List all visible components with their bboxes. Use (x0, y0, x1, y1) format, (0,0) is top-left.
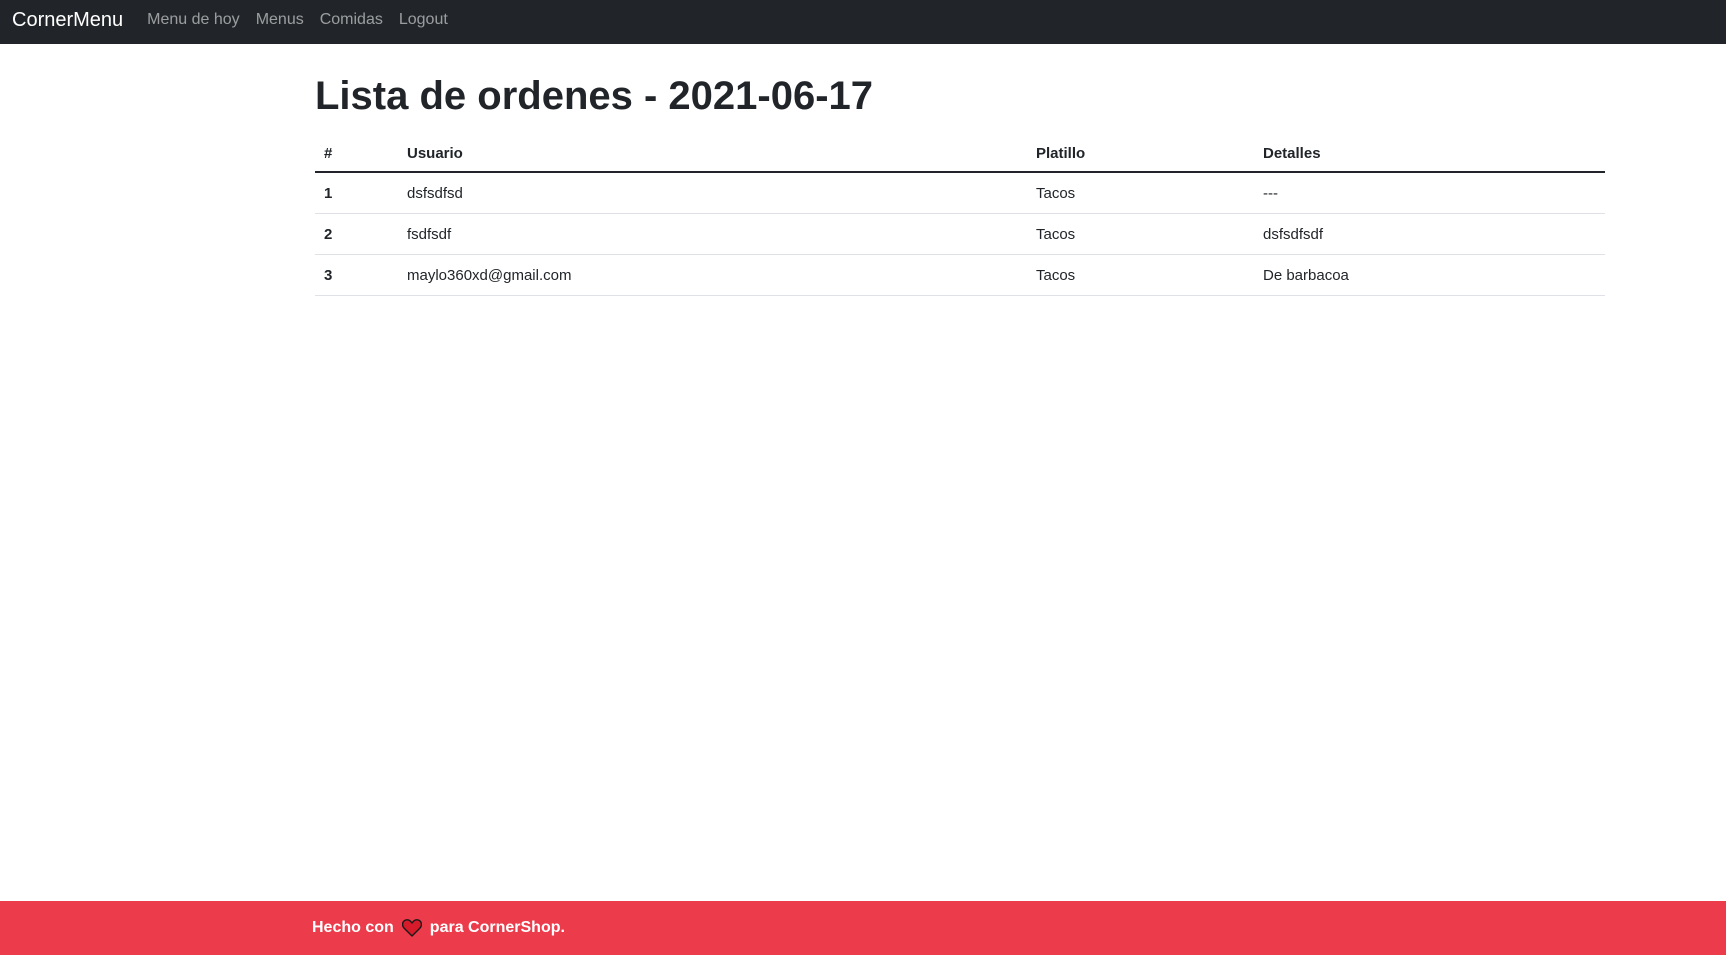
nav-link-menu-de-hoy[interactable]: Menu de hoy (147, 12, 240, 32)
column-header-number: # (315, 136, 398, 173)
nav-link-logout[interactable]: Logout (399, 12, 448, 32)
column-header-usuario: Usuario (398, 136, 1027, 173)
row-detalles: --- (1254, 172, 1605, 214)
row-platillo: Tacos (1027, 172, 1254, 214)
table-row: 1 dsfsdfsd Tacos --- (315, 172, 1605, 214)
table-row: 3 maylo360xd@gmail.com Tacos De barbacoa (315, 254, 1605, 296)
orders-table: # Usuario Platillo Detalles 1 dsfsdfsd T… (315, 136, 1605, 296)
row-usuario: fsdfsdf (398, 213, 1027, 255)
row-usuario: dsfsdfsd (398, 172, 1027, 214)
footer-text: Hecho con para CornerShop. (312, 919, 565, 937)
row-platillo: Tacos (1027, 213, 1254, 255)
row-number: 2 (315, 213, 398, 255)
heart-icon (401, 919, 422, 937)
column-header-platillo: Platillo (1027, 136, 1254, 173)
row-number: 3 (315, 254, 398, 296)
row-detalles: dsfsdfsdf (1254, 213, 1605, 255)
navbar: CornerMenu Menu de hoy Menus Comidas Log… (0, 0, 1726, 44)
page-title: Lista de ordenes - 2021-06-17 (315, 74, 874, 118)
table-header-row: # Usuario Platillo Detalles (315, 136, 1605, 173)
footer-text-before: Hecho con (312, 919, 394, 936)
navbar-brand[interactable]: CornerMenu (12, 10, 123, 34)
nav-link-comidas[interactable]: Comidas (320, 12, 383, 32)
main-content: Lista de ordenes - 2021-06-17 # Usuario … (315, 72, 1605, 296)
table-row: 2 fsdfsdf Tacos dsfsdfsdf (315, 213, 1605, 255)
table-header: # Usuario Platillo Detalles (315, 136, 1605, 173)
row-platillo: Tacos (1027, 254, 1254, 296)
footer-text-after: para CornerShop. (429, 919, 565, 936)
column-header-detalles: Detalles (1254, 136, 1605, 173)
row-detalles: De barbacoa (1254, 254, 1605, 296)
row-number: 1 (315, 172, 398, 214)
table-body: 1 dsfsdfsd Tacos --- 2 fsdfsdf Tacos dsf… (315, 172, 1605, 296)
row-usuario: maylo360xd@gmail.com (398, 254, 1027, 296)
nav-link-menus[interactable]: Menus (256, 12, 304, 32)
footer: Hecho con para CornerShop. (0, 901, 1726, 955)
